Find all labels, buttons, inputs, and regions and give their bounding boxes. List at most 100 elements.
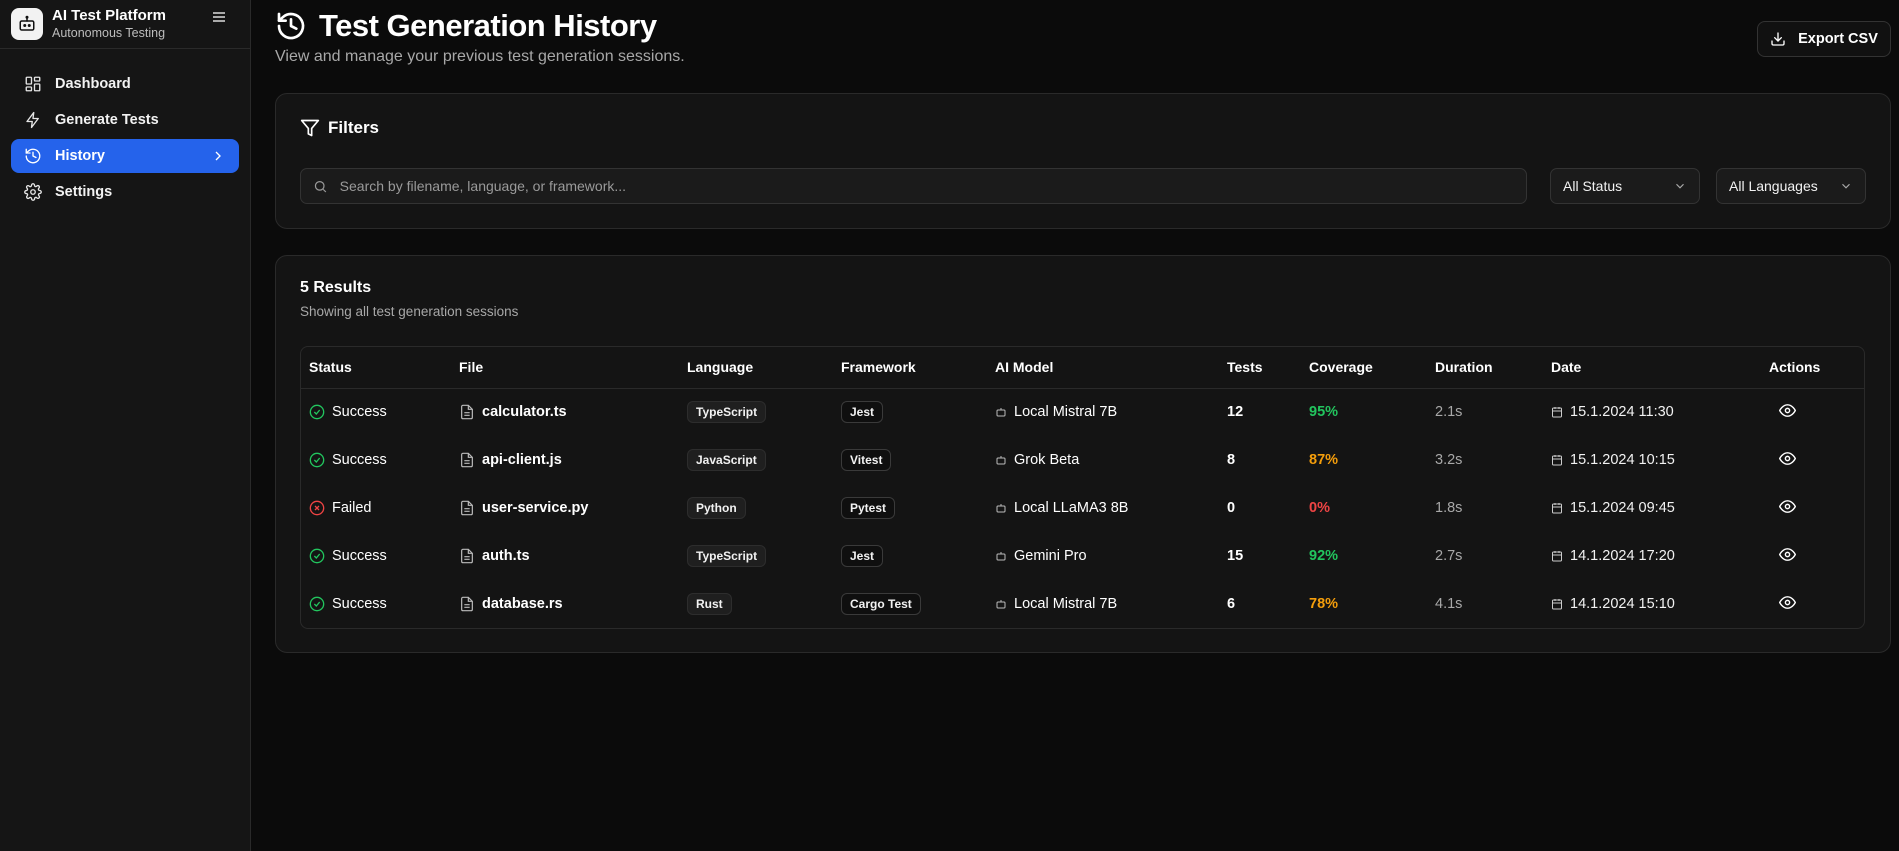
coverage-value: 87%	[1309, 452, 1339, 468]
search-field[interactable]	[300, 168, 1527, 204]
table-row[interactable]: Success api-client.js JavaScript Vitest …	[301, 436, 1864, 484]
check-circle-icon	[309, 404, 325, 420]
results-count: 5 Results	[300, 279, 372, 296]
table-row[interactable]: Success database.rs Rust Cargo Test Loca…	[301, 580, 1864, 628]
robot-icon	[996, 456, 1006, 465]
language-badge: TypeScript	[687, 545, 767, 567]
brand: AI Test Platform Autonomous Testing	[0, 0, 250, 49]
file-icon	[461, 500, 473, 516]
table-header-row: Status File Language Framework AI Model …	[301, 347, 1864, 389]
duration-value: 2.7s	[1435, 548, 1463, 564]
file-name: user-service.py	[482, 500, 589, 516]
table-row[interactable]: Failed user-service.py Python Pytest Loc…	[301, 484, 1864, 532]
coverage-value: 92%	[1309, 548, 1339, 564]
column-header[interactable]: AI Model	[987, 347, 1219, 389]
eye-icon[interactable]	[1779, 450, 1796, 467]
column-header[interactable]: File	[451, 347, 679, 389]
tests-count: 6	[1227, 596, 1236, 612]
export-csv-button[interactable]: Export CSV	[1757, 21, 1891, 57]
coverage-value: 95%	[1309, 404, 1339, 421]
filter-icon	[300, 119, 320, 137]
chevron-down-icon	[1676, 183, 1684, 189]
main-content: Test Generation History View and manage …	[251, 0, 1899, 851]
page-title: Test Generation History	[319, 8, 657, 43]
history-icon	[24, 147, 42, 165]
results-table: Status File Language Framework AI Model …	[300, 346, 1865, 629]
menu-icon[interactable]	[210, 9, 228, 25]
check-circle-icon	[309, 596, 325, 612]
status-filter-select[interactable]: All Status	[1550, 168, 1700, 204]
language-filter-value: All Languages	[1729, 178, 1818, 194]
ai-model: Local Mistral 7B	[1014, 596, 1118, 612]
sidebar: AI Test Platform Autonomous Testing Dash…	[0, 0, 251, 851]
file-name: auth.ts	[482, 548, 530, 564]
column-header[interactable]: Coverage	[1301, 347, 1427, 389]
ai-model: Local Mistral 7B	[1014, 404, 1118, 421]
robot-icon	[996, 552, 1006, 561]
results-subtitle: Showing all test generation sessions	[300, 304, 519, 319]
column-header[interactable]: Status	[301, 347, 451, 389]
robot-icon	[11, 8, 43, 40]
file-icon	[461, 452, 473, 468]
language-badge: JavaScript	[687, 449, 766, 471]
language-badge: TypeScript	[687, 401, 767, 424]
language-badge: Python	[687, 497, 746, 519]
tests-count: 0	[1227, 500, 1236, 516]
language-badge: Rust	[687, 593, 732, 615]
calendar-icon	[1552, 551, 1562, 562]
lightning-icon	[24, 111, 42, 129]
sidebar-item-generate-tests[interactable]: Generate Tests	[11, 103, 239, 137]
table-row[interactable]: Success calculator.ts TypeScript Jest Lo…	[301, 388, 1864, 436]
date-value: 15.1.2024 10:15	[1570, 452, 1675, 468]
column-header: Actions	[1761, 347, 1864, 389]
eye-icon[interactable]	[1779, 594, 1796, 611]
column-header[interactable]: Language	[679, 347, 833, 389]
search-input[interactable]	[339, 178, 1526, 194]
column-header[interactable]: Framework	[833, 347, 987, 389]
status-text: Success	[332, 548, 387, 564]
date-value: 14.1.2024 17:20	[1570, 548, 1675, 564]
duration-value: 4.1s	[1435, 596, 1463, 612]
eye-icon[interactable]	[1779, 546, 1796, 563]
filters-card: Filters All Status All Languages	[275, 93, 1891, 229]
x-circle-icon	[309, 500, 325, 516]
sidebar-item-label: Settings	[55, 184, 113, 200]
coverage-value: 0%	[1309, 500, 1330, 516]
calendar-icon	[1552, 407, 1562, 418]
sidebar-item-settings[interactable]: Settings	[11, 175, 239, 209]
ai-model: Gemini Pro	[1014, 548, 1087, 564]
sidebar-item-label: History	[55, 148, 105, 164]
status-text: Success	[332, 404, 387, 421]
column-header[interactable]: Tests	[1219, 347, 1301, 389]
language-filter-select[interactable]: All Languages	[1716, 168, 1866, 204]
history-icon	[275, 10, 307, 42]
filters-title: Filters	[328, 118, 380, 137]
file-icon	[461, 404, 473, 420]
status-text: Success	[332, 452, 387, 468]
chevron-right-icon	[210, 148, 226, 164]
ai-model: Local LLaMA3 8B	[1014, 500, 1129, 516]
coverage-value: 78%	[1309, 596, 1339, 612]
sidebar-item-dashboard[interactable]: Dashboard	[11, 67, 239, 101]
chevron-down-icon	[1842, 183, 1850, 189]
check-circle-icon	[309, 548, 325, 564]
robot-icon	[996, 408, 1006, 417]
table-row[interactable]: Success auth.ts TypeScript Jest Gemini P…	[301, 532, 1864, 580]
status-text: Failed	[332, 500, 372, 516]
robot-icon	[996, 504, 1006, 513]
framework-badge: Jest	[841, 401, 884, 424]
sidebar-item-label: Dashboard	[55, 76, 131, 92]
ai-model: Grok Beta	[1014, 452, 1080, 468]
framework-badge: Vitest	[841, 449, 892, 471]
robot-icon	[996, 600, 1006, 609]
eye-icon[interactable]	[1779, 402, 1796, 419]
column-header[interactable]: Duration	[1427, 347, 1543, 389]
date-value: 15.1.2024 09:45	[1570, 500, 1675, 516]
sidebar-item-history[interactable]: History	[11, 139, 239, 173]
eye-icon[interactable]	[1779, 498, 1796, 515]
search-icon	[314, 180, 327, 192]
export-csv-label: Export CSV	[1798, 31, 1878, 47]
status-text: Success	[332, 596, 387, 612]
gear-icon	[24, 183, 42, 201]
column-header[interactable]: Date	[1543, 347, 1761, 389]
